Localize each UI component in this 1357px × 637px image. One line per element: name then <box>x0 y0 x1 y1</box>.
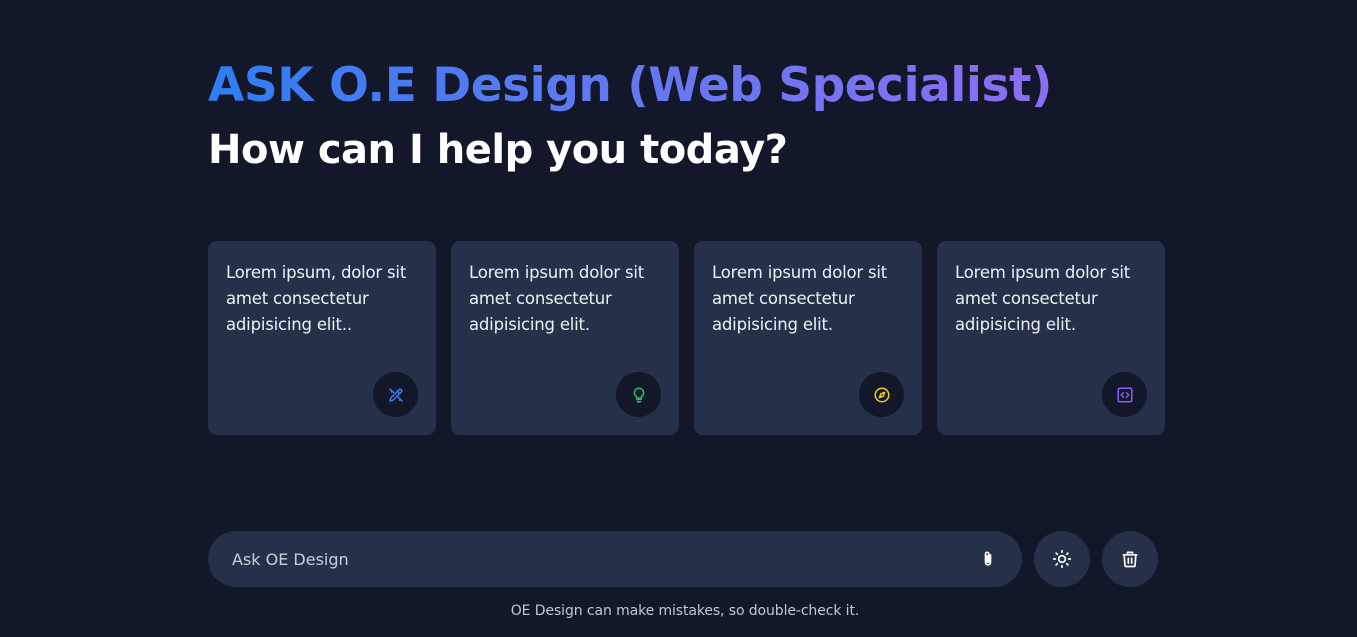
suggestion-card-4[interactable]: Lorem ipsum dolor sit amet consectetur a… <box>937 241 1165 435</box>
chat-home-page: ASK O.E Design (Web Specialist) How can … <box>0 0 1357 637</box>
delete-chat-button[interactable] <box>1102 531 1158 587</box>
page-title: ASK O.E Design (Web Specialist) <box>208 52 1052 120</box>
pencil-ruler-icon <box>373 372 418 417</box>
suggestion-card-text: Lorem ipsum dolor sit amet consectetur a… <box>712 263 888 334</box>
page-subtitle: How can I help you today? <box>208 127 788 173</box>
suggestion-card-2[interactable]: Lorem ipsum dolor sit amet consectetur a… <box>451 241 679 435</box>
suggestion-card-3[interactable]: Lorem ipsum dolor sit amet consectetur a… <box>694 241 922 435</box>
disclaimer-text: OE Design can make mistakes, so double-c… <box>510 603 860 619</box>
suggestion-card-1[interactable]: Lorem ipsum, dolor sit amet consectetur … <box>208 241 436 435</box>
trash-icon <box>1122 551 1138 568</box>
theme-toggle-button[interactable] <box>1034 531 1090 587</box>
suggestion-card-text: Lorem ipsum dolor sit amet consectetur a… <box>955 263 1131 334</box>
suggestion-card-text: Lorem ipsum, dolor sit amet consectetur … <box>226 263 407 334</box>
suggestion-cards: Lorem ipsum, dolor sit amet consectetur … <box>208 241 1165 435</box>
header: ASK O.E Design (Web Specialist) How can … <box>208 52 1168 177</box>
prompt-input-bar <box>208 531 1022 587</box>
code-icon <box>1102 372 1147 417</box>
paperclip-icon[interactable] <box>978 549 998 569</box>
suggestion-card-text: Lorem ipsum dolor sit amet consectetur a… <box>469 263 645 334</box>
prompt-input[interactable] <box>232 549 978 569</box>
sun-icon <box>1052 549 1072 569</box>
lightbulb-icon <box>616 372 661 417</box>
compass-icon <box>859 372 904 417</box>
